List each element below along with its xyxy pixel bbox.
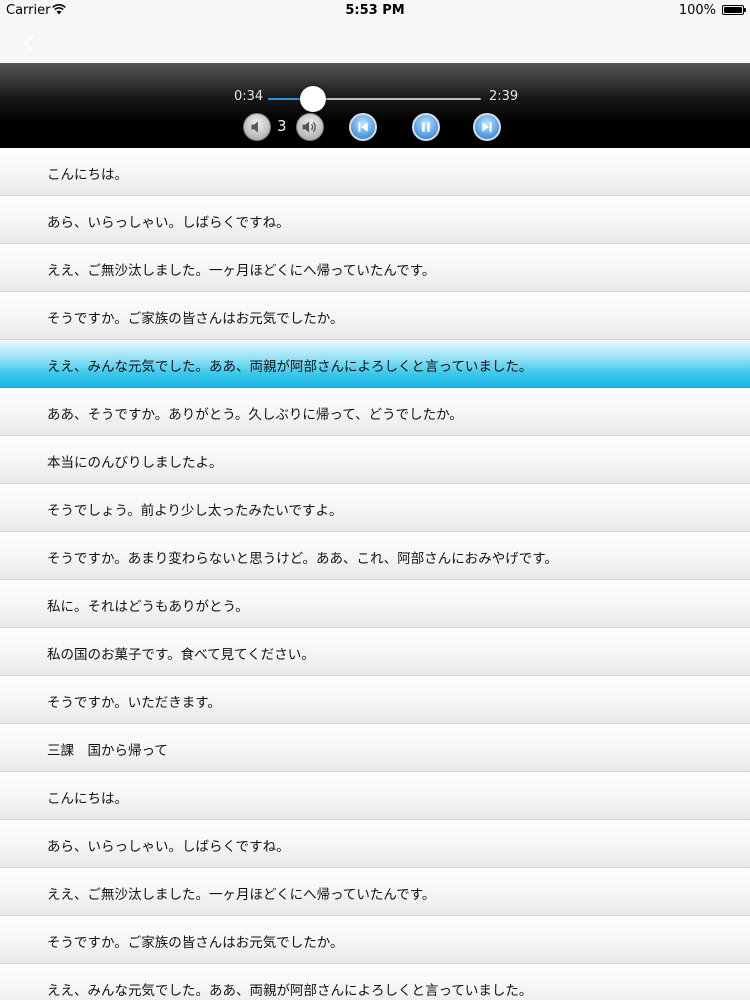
audio-player: 0:34 2:39 3 <box>0 63 750 148</box>
previous-track-button[interactable] <box>349 113 377 141</box>
transcript-row[interactable]: こんにちは。 <box>0 772 750 820</box>
transcript-line-text: あら、いらっしゃい。しばらくですね。 <box>47 839 290 855</box>
skip-next-icon <box>482 122 492 132</box>
transcript-row[interactable]: こんにちは。 <box>0 148 750 196</box>
transcript-row[interactable]: ええ、みんな元気でした。ああ、両親が阿部さんによろしくと言っていました。 <box>0 964 750 1000</box>
transcript-line-text: 私の国のお菓子です。食べて見てください。 <box>47 647 315 663</box>
battery-icon <box>722 5 746 15</box>
transcript-line-text: ああ、そうですか。ありがとう。久しぶりに帰って、どうでしたか。 <box>47 407 463 423</box>
transcript-line-text: 本当にのんびりしましたよ。 <box>47 455 223 471</box>
next-track-button[interactable] <box>473 113 501 141</box>
transcript-row[interactable]: そうですか。ご家族の皆さんはお元気でしたか。 <box>0 292 750 340</box>
transcript-row[interactable]: 本当にのんびりしましたよ。 <box>0 436 750 484</box>
transcript-line-text: あら、いらっしゃい。しばらくですね。 <box>47 215 290 231</box>
transcript-line-text: そうですか。あまり変わらないと思うけど。ああ、これ、阿部さんにおみやげです。 <box>47 551 558 567</box>
transcript-row-active[interactable]: ええ、みんな元気でした。ああ、両親が阿部さんによろしくと言っていました。 <box>0 340 750 388</box>
transcript-row[interactable]: ええ、ご無沙汰しました。一ヶ月ほどくにへ帰っていたんです。 <box>0 244 750 292</box>
total-time: 2:39 <box>489 89 519 104</box>
transcript-row[interactable]: あら、いらっしゃい。しばらくですね。 <box>0 820 750 868</box>
volume-level: 3 <box>277 117 287 135</box>
transcript-line-text: そうですか。ご家族の皆さんはお元気でしたか。 <box>47 935 344 951</box>
transcript-line-text: ええ、ご無沙汰しました。一ヶ月ほどくにへ帰っていたんです。 <box>47 263 436 279</box>
pause-button[interactable] <box>412 113 440 141</box>
status-time: 5:53 PM <box>345 3 405 18</box>
nav-bar <box>0 22 750 63</box>
transcript-line-text: 私に。それはどうもありがとう。 <box>47 599 249 615</box>
speaker-high-icon <box>302 121 316 133</box>
transcript-row[interactable]: あら、いらっしゃい。しばらくですね。 <box>0 196 750 244</box>
transcript-row[interactable]: 私に。それはどうもありがとう。 <box>0 580 750 628</box>
transcript-row[interactable]: ええ、ご無沙汰しました。一ヶ月ほどくにへ帰っていたんです。 <box>0 868 750 916</box>
transcript-row[interactable]: ああ、そうですか。ありがとう。久しぶりに帰って、どうでしたか。 <box>0 388 750 436</box>
battery-percent: 100% <box>678 3 716 18</box>
transcript-row[interactable]: そうですか。あまり変わらないと思うけど。ああ、これ、阿部さんにおみやげです。 <box>0 532 750 580</box>
back-chevron-icon[interactable] <box>22 34 36 52</box>
transcript-line-text: そうですか。ご家族の皆さんはお元気でしたか。 <box>47 311 344 327</box>
transcript-line-text: ええ、ご無沙汰しました。一ヶ月ほどくにへ帰っていたんです。 <box>47 887 436 903</box>
transcript-line-text: こんにちは。 <box>47 791 128 807</box>
transcript-line-text: ええ、みんな元気でした。ああ、両親が阿部さんによろしくと言っていました。 <box>47 359 533 375</box>
speaker-low-icon <box>251 121 258 133</box>
transcript-row[interactable]: 私の国のお菓子です。食べて見てください。 <box>0 628 750 676</box>
transcript-row[interactable]: そうでしょう。前より少し太ったみたいですよ。 <box>0 484 750 532</box>
status-bar: Carrier 5:53 PM 100% <box>0 0 750 22</box>
transcript-line-text: ええ、みんな元気でした。ああ、両親が阿部さんによろしくと言っていました。 <box>47 983 533 999</box>
current-time: 0:34 <box>234 89 264 104</box>
transcript-row[interactable]: そうですか。いただきます。 <box>0 676 750 724</box>
transcript-line-text: そうですか。いただきます。 <box>47 695 221 711</box>
transcript-line-text: こんにちは。 <box>47 167 128 183</box>
slider-thumb[interactable] <box>300 86 327 112</box>
transcript-list[interactable]: こんにちは。 あら、いらっしゃい。しばらくですね。 ええ、ご無沙汰しました。一ヶ月ほ… <box>0 148 750 1000</box>
progress-slider[interactable] <box>268 86 481 112</box>
transcript-line-text: そうでしょう。前より少し太ったみたいですよ。 <box>47 503 343 519</box>
volume-down-button[interactable] <box>243 113 271 141</box>
transcript-row[interactable]: 三課 国から帰って <box>0 724 750 772</box>
transcript-line-text: 三課 国から帰って <box>47 743 168 759</box>
transcript-row[interactable]: そうですか。ご家族の皆さんはお元気でしたか。 <box>0 916 750 964</box>
volume-up-button[interactable] <box>296 113 324 141</box>
pause-icon <box>422 122 430 132</box>
skip-previous-icon <box>358 122 368 132</box>
